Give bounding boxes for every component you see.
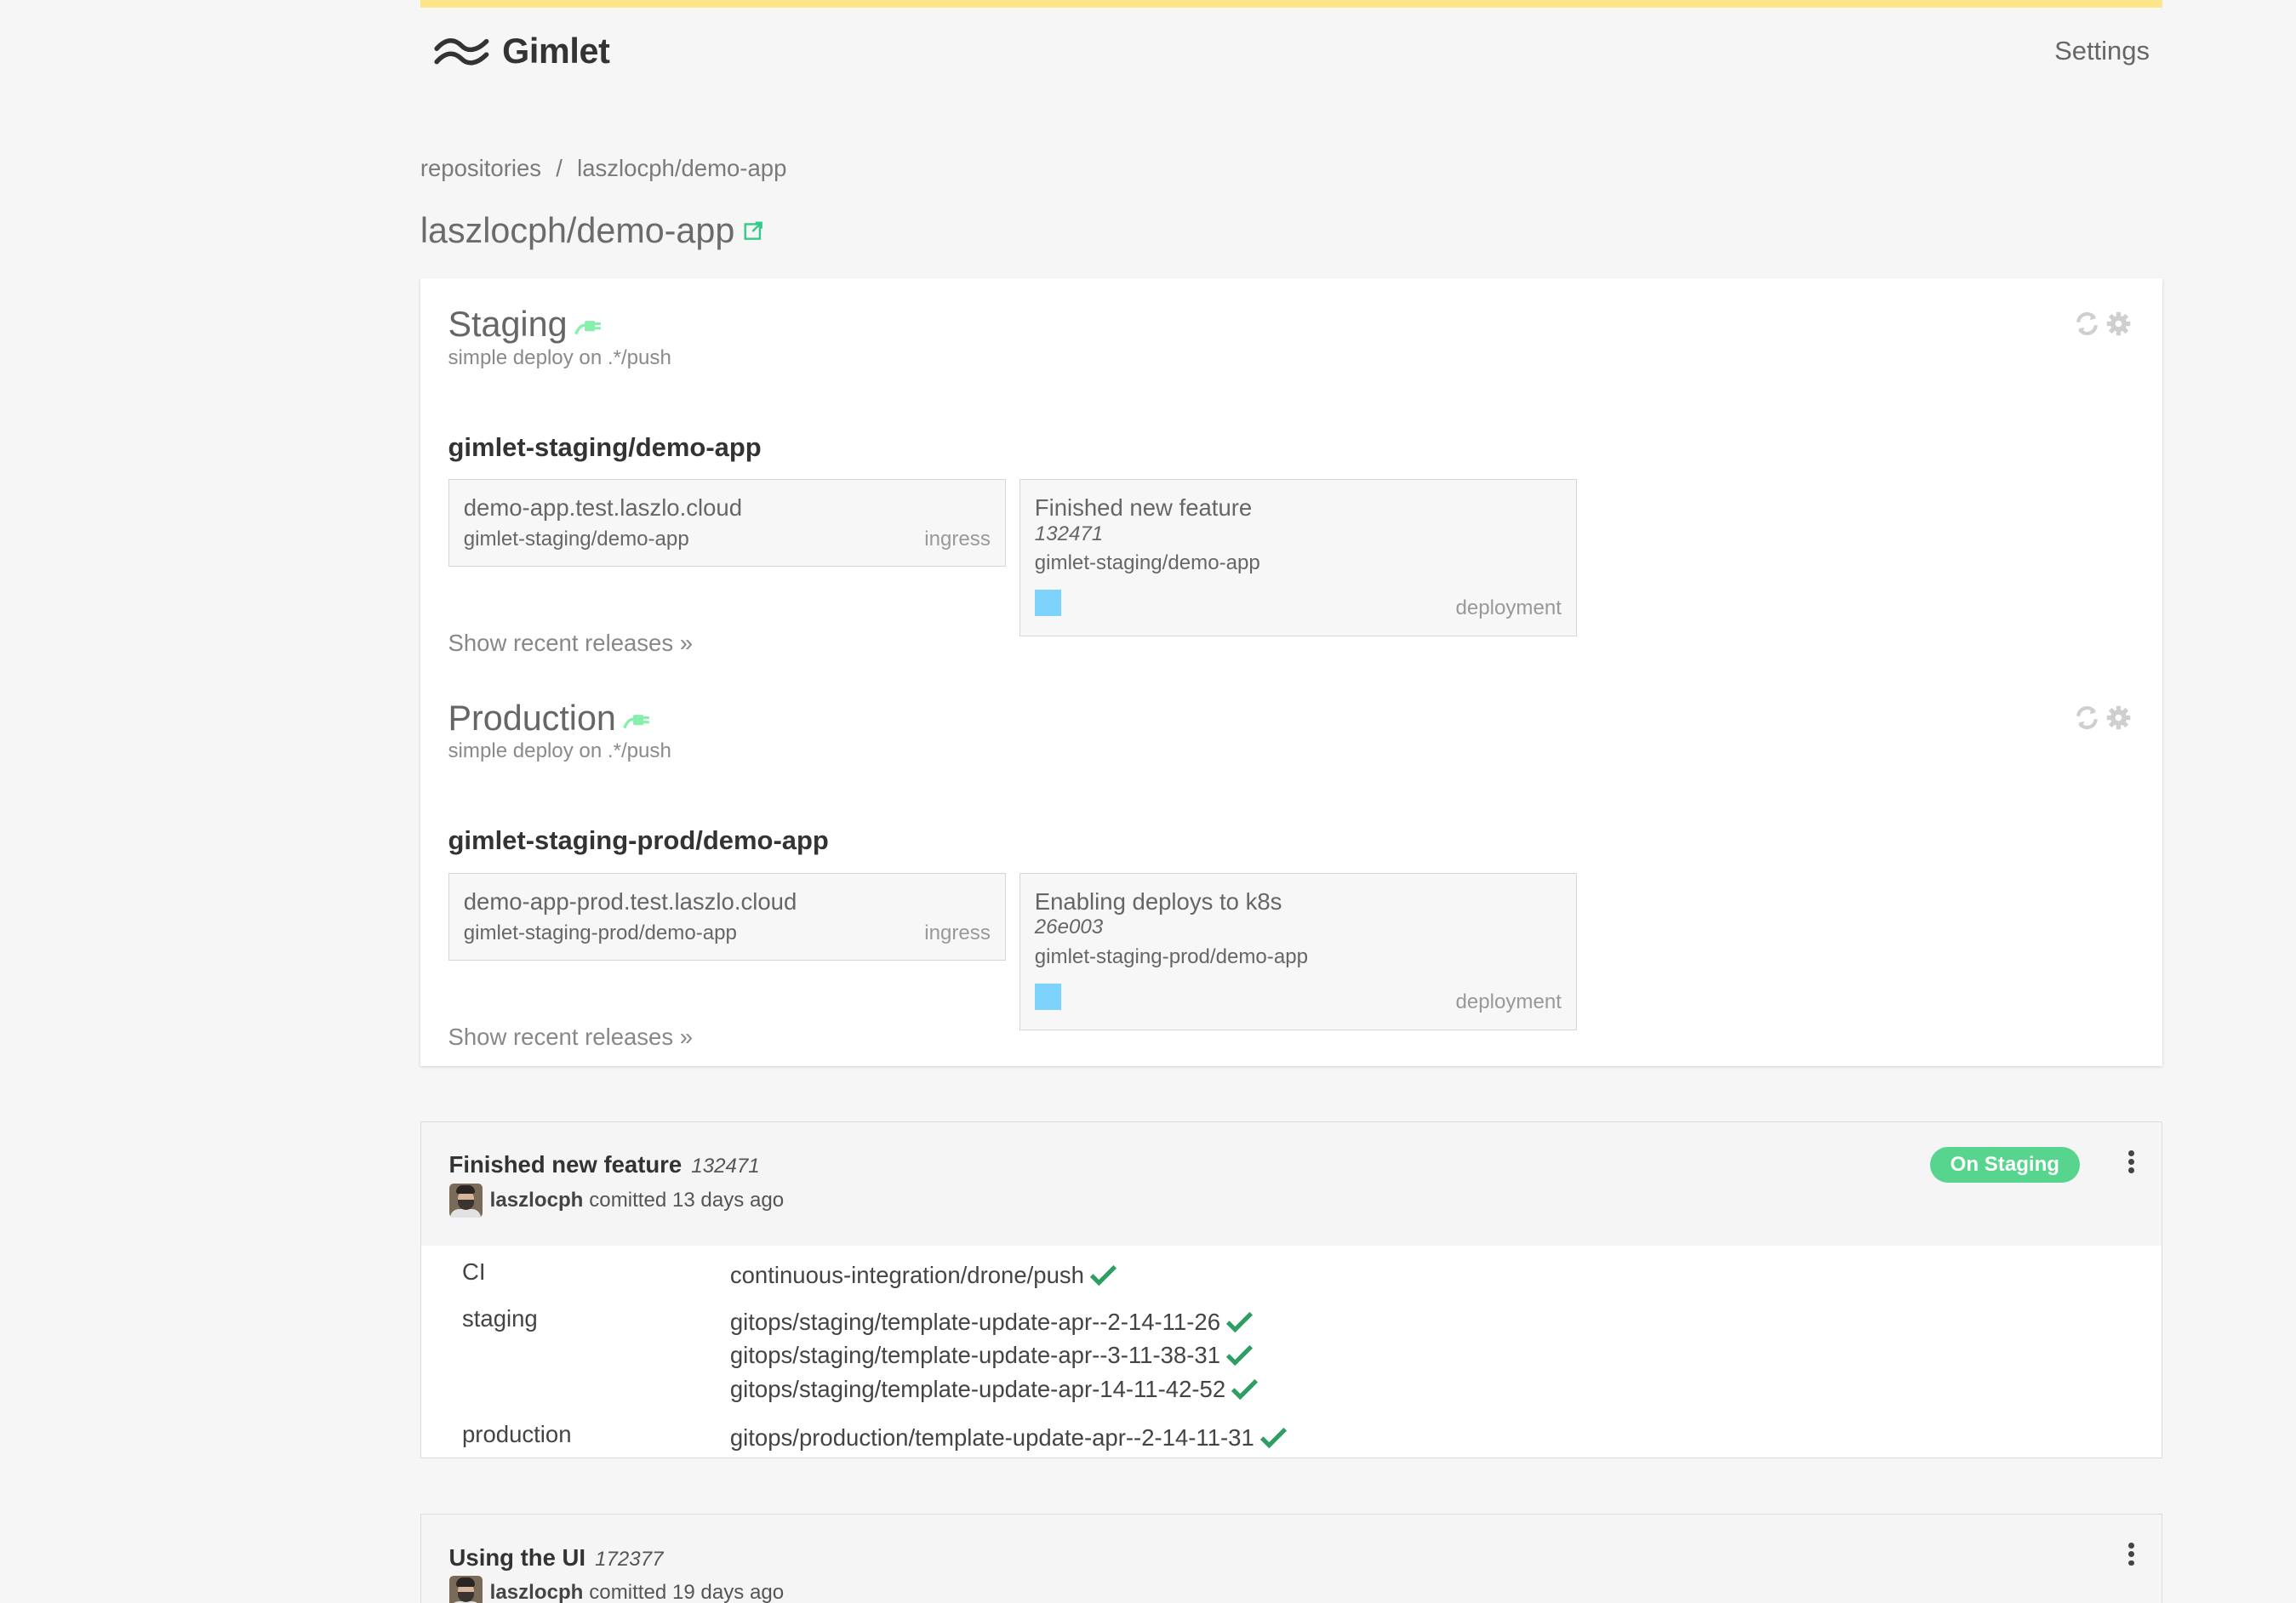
deployment-sha: 26e003 (1034, 916, 1104, 939)
check-values: continuous-integration/drone/push (730, 1258, 1117, 1292)
ingress-box[interactable]: demo-app-prod.test.laszlo.cloud gimlet-s… (448, 872, 1007, 961)
plug-icon (623, 714, 650, 729)
commit-sha: 172377 (595, 1547, 664, 1571)
check-item-label[interactable]: gitops/production/template-update-apr--2… (730, 1424, 1254, 1452)
check-icon (1259, 1427, 1287, 1448)
breadcrumb-current[interactable]: laszlocph/demo-app (577, 155, 786, 181)
page-title: laszlocph/demo-app (420, 211, 762, 251)
refresh-icon[interactable] (2074, 705, 2100, 731)
check-item[interactable]: continuous-integration/drone/push (730, 1258, 1117, 1292)
check-item-label[interactable]: gitops/staging/template-update-apr--2-14… (730, 1309, 1220, 1336)
more-options-icon[interactable] (2127, 1542, 2135, 1566)
check-label: staging (462, 1305, 538, 1332)
commit-card: Using the UI 172377 laszlocph comitted 1… (420, 1514, 2163, 1603)
ingress-host[interactable]: demo-app-prod.test.laszlo.cloud (464, 888, 797, 916)
show-recent-releases-link[interactable]: Show recent releases » (448, 1024, 694, 1051)
app-title: gimlet-staging/demo-app (448, 431, 762, 462)
check-item-label[interactable]: continuous-integration/drone/push (730, 1262, 1084, 1289)
environment-production: Production simple deploy on .*/push giml… (448, 699, 2133, 1050)
author-name: laszlocph (489, 1581, 584, 1603)
ingress-host[interactable]: demo-app.test.laszlo.cloud (464, 494, 742, 522)
settings-link[interactable]: Settings (2054, 36, 2150, 66)
deployment-kind: deployment (1455, 990, 1562, 1014)
avatar (448, 1184, 483, 1218)
repo-title: laszlocph/demo-app (420, 210, 735, 250)
check-icon (1231, 1378, 1258, 1400)
refresh-icon[interactable] (2074, 311, 2100, 337)
status-badge[interactable]: On Staging (1929, 1147, 2081, 1184)
breadcrumb-separator: / (556, 155, 563, 182)
commit-time: comitted 13 days ago (589, 1189, 785, 1212)
avatar (448, 1576, 483, 1603)
check-label: production (462, 1421, 572, 1448)
env-subtitle: simple deploy on .*/push (448, 739, 671, 763)
commit-author: laszlocph comitted 19 days ago (448, 1576, 785, 1603)
deployment-namespace: gimlet-staging/demo-app (1034, 550, 1260, 574)
commit-header: Finished new feature 132471 laszlocph co… (420, 1122, 2162, 1246)
more-options-icon[interactable] (2127, 1149, 2135, 1174)
check-values: gitops/production/template-update-apr--2… (730, 1421, 1287, 1455)
deployment-namespace: gimlet-staging-prod/demo-app (1034, 944, 1308, 968)
check-label: CI (462, 1258, 486, 1286)
app-title: gimlet-staging-prod/demo-app (448, 825, 829, 856)
check-icon (1089, 1264, 1117, 1286)
external-link-icon[interactable] (744, 221, 762, 240)
commit-sha: 132471 (691, 1155, 760, 1178)
env-name: Production (448, 699, 2133, 739)
app-name: Gimlet (502, 31, 610, 71)
check-item[interactable]: gitops/staging/template-update-apr--2-14… (730, 1305, 1258, 1339)
breadcrumb-repositories[interactable]: repositories (420, 155, 541, 181)
deployment-message: Enabling deploys to k8s (1034, 887, 1282, 915)
commit-author: laszlocph comitted 13 days ago (448, 1184, 785, 1218)
commit-time: comitted 19 days ago (589, 1581, 785, 1603)
check-item[interactable]: gitops/staging/template-update-apr-14-11… (730, 1372, 1258, 1406)
env-actions (2074, 311, 2133, 337)
env-name-label: Staging (448, 304, 568, 344)
env-subtitle: simple deploy on .*/push (448, 345, 671, 369)
plug-icon (574, 321, 602, 335)
deployment-box[interactable]: Enabling deploys to k8s 26e003 gimlet-st… (1019, 872, 1578, 1031)
commit-title[interactable]: Finished new feature 132471 (449, 1151, 760, 1178)
main-container: Gimlet Settings repositories / laszlocph/d… (420, 0, 2163, 1603)
commit-title[interactable]: Using the UI 172377 (449, 1544, 664, 1572)
gear-icon[interactable] (2105, 311, 2132, 337)
commit-message: Finished new feature (448, 1151, 683, 1178)
commit-card: Finished new feature 132471 laszlocph co… (420, 1121, 2163, 1458)
ingress-namespace: gimlet-staging-prod/demo-app (463, 921, 737, 945)
commit-header: Using the UI 172377 laszlocph comitted 1… (420, 1515, 2162, 1603)
check-item-label[interactable]: gitops/staging/template-update-apr--3-11… (730, 1342, 1220, 1369)
commit-message: Using the UI (448, 1543, 586, 1571)
environment-staging: Staging simple deploy on .*/push gimlet-… (448, 305, 2133, 656)
check-item[interactable]: gitops/staging/template-update-apr--3-11… (730, 1339, 1258, 1373)
brand[interactable]: Gimlet (432, 31, 610, 71)
environments-card: Staging simple deploy on .*/push gimlet-… (420, 277, 2163, 1066)
pod-status-square[interactable] (1034, 589, 1061, 616)
ingress-namespace: gimlet-staging/demo-app (463, 528, 689, 551)
check-values: gitops/staging/template-update-apr--2-14… (730, 1305, 1258, 1406)
env-name-label: Production (448, 698, 616, 738)
check-icon (1225, 1311, 1253, 1332)
pod-status-square[interactable] (1034, 983, 1061, 1010)
accent-bar (420, 0, 2163, 8)
breadcrumb: repositories / laszlocph/demo-app (420, 155, 787, 182)
ingress-kind: ingress (924, 528, 991, 551)
deployment-message: Finished new feature (1034, 493, 1253, 521)
deployment-kind: deployment (1455, 596, 1562, 620)
env-actions (2074, 705, 2133, 731)
header: Gimlet Settings (420, 8, 2163, 95)
deployment-box[interactable]: Finished new feature 132471 gimlet-stagi… (1019, 478, 1578, 637)
ingress-box[interactable]: demo-app.test.laszlo.cloud gimlet-stagin… (448, 478, 1007, 567)
deployment-sha: 132471 (1034, 522, 1104, 545)
show-recent-releases-link[interactable]: Show recent releases » (448, 630, 694, 657)
gimlet-logo-icon (433, 37, 488, 66)
check-item[interactable]: gitops/production/template-update-apr--2… (730, 1421, 1287, 1455)
author-name: laszlocph (489, 1189, 584, 1212)
check-item-label[interactable]: gitops/staging/template-update-apr-14-11… (730, 1376, 1225, 1403)
ingress-kind: ingress (924, 921, 991, 945)
page: Gimlet Settings repositories / laszlocph/d… (0, 0, 2296, 1603)
gear-icon[interactable] (2105, 705, 2132, 731)
env-name: Staging (448, 305, 2133, 345)
check-icon (1225, 1345, 1253, 1366)
